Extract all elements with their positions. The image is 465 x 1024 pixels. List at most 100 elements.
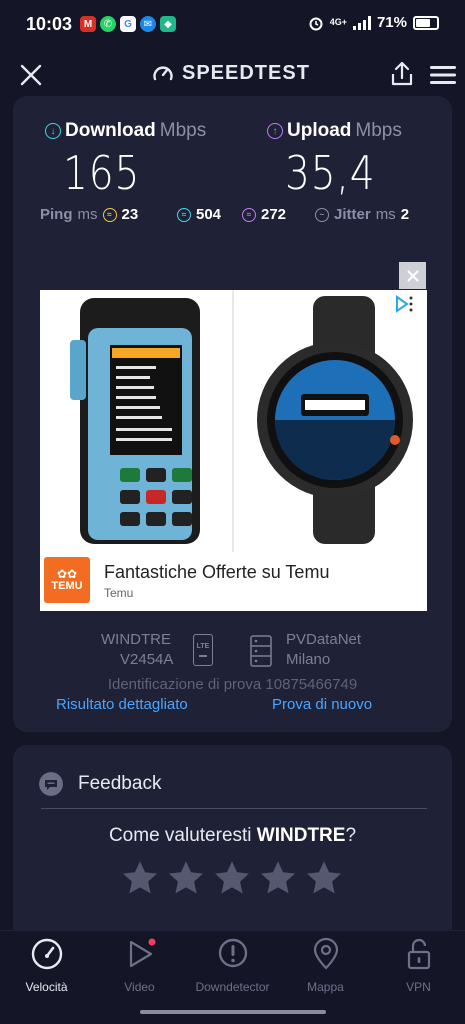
close-icon[interactable] (18, 62, 44, 88)
carrier-name: WINDTRE (101, 631, 171, 648)
brand-title: SPEEDTEST (182, 62, 310, 84)
temu-logo: ✿✿ TEMU (44, 557, 90, 603)
unlocked-padlock-icon (407, 938, 430, 970)
detailed-result-link[interactable]: Risultato dettagliato (56, 696, 188, 713)
jitter-unit: ms (375, 206, 396, 223)
map-pin-icon (313, 937, 338, 970)
ad-advertiser: Temu (104, 586, 134, 600)
download-arrow-icon: ↓ (45, 123, 61, 139)
download-label: Download (65, 120, 156, 141)
star-5-icon[interactable] (305, 859, 343, 897)
server-icon (250, 635, 272, 667)
smartwatch-illustration (257, 296, 413, 544)
question-carrier: WINDTRE (256, 825, 346, 846)
star-1-icon[interactable] (121, 859, 159, 897)
feedback-question: Come valuteresti WINDTRE? (13, 825, 452, 847)
shield-app-icon: ◆ (160, 16, 176, 32)
gmail-icon: M (80, 16, 96, 32)
nav-vpn-label: VPN (406, 980, 431, 994)
feedback-icon (39, 772, 63, 796)
notification-icons: M ✆ G ✉ ◆ (80, 16, 176, 32)
server-city: Milano (286, 651, 331, 668)
upload-ping-icon: ≈ (242, 207, 256, 222)
download-ping-icon: ≈ (177, 207, 191, 222)
ad-close-button[interactable] (399, 262, 426, 289)
nav-speed-label: Velocità (25, 980, 68, 994)
temu-logo-glyphs: ✿✿ (56, 567, 78, 581)
lte-badge: LTE (196, 643, 210, 651)
device-name: V2454A (120, 651, 174, 668)
ping-idle-value: 23 (121, 206, 139, 223)
star-2-icon[interactable] (167, 859, 205, 897)
ping-idle-stat: Ping ms ≈ 23 (40, 206, 138, 223)
adchoices-icon[interactable] (393, 294, 415, 314)
speedometer-logo-icon (153, 65, 173, 80)
ad-close-icon (406, 269, 419, 282)
speedometer-icon (31, 938, 62, 970)
battery-fill (416, 18, 430, 27)
nav-video-label: Video (124, 980, 155, 994)
upload-label: Upload (287, 120, 352, 141)
download-unit: Mbps (159, 120, 207, 141)
google-icon: G (120, 16, 136, 32)
upload-value: 35,4 (285, 146, 376, 200)
alert-icon (218, 938, 247, 968)
ad-title[interactable]: Fantastiche Offerte su Temu (104, 562, 329, 583)
ping-upload-value: 272 (261, 206, 287, 223)
star-3-icon[interactable] (213, 859, 251, 897)
status-time: 10:03 (26, 14, 73, 34)
ping-label: Ping (40, 206, 73, 223)
nav-downdetector-label: Downdetector (195, 980, 270, 994)
jitter-label: Jitter (334, 206, 371, 223)
test-id: Identificazione di prova 10875466749 (107, 676, 358, 693)
feedback-title: Feedback (78, 773, 162, 794)
rating-stars (121, 859, 343, 897)
app-header: SPEEDTEST (0, 50, 465, 98)
nav-downdetector[interactable]: Downdetector (186, 937, 279, 1001)
network-type: 4G+ (329, 17, 347, 27)
whatsapp-icon: ✆ (100, 16, 116, 32)
phone-slot (199, 655, 207, 657)
upload-arrow-icon: ↑ (267, 123, 283, 139)
nav-speed[interactable]: Velocità (0, 937, 93, 1001)
jitter-value: 2 (400, 206, 410, 223)
upload-unit: Mbps (355, 120, 402, 141)
nav-vpn[interactable]: VPN (372, 937, 465, 1001)
ad-device-image[interactable] (40, 290, 230, 552)
ping-download-value: 504 (196, 206, 222, 223)
ping-unit: ms (77, 206, 98, 223)
share-icon[interactable] (388, 60, 416, 88)
advertisement[interactable]: ✿✿ TEMU Fantastiche Offerte su Temu Temu (40, 290, 427, 611)
ad-separator (232, 290, 234, 552)
jitter-stat: ~ Jitter ms 2 (315, 206, 409, 223)
alarm-icon (309, 17, 323, 30)
feedback-divider (41, 808, 427, 809)
server-name: PVDataNet (286, 631, 362, 648)
ad-watch-image[interactable] (235, 290, 425, 552)
signal-icon (352, 15, 371, 30)
question-suffix: ? (345, 825, 357, 846)
status-right: 4G+ 71% (308, 14, 439, 31)
download-value: 165 (63, 146, 141, 200)
messenger-icon: ✉ (140, 16, 156, 32)
ping-upload-stat: ≈ 272 (242, 206, 286, 223)
retry-link[interactable]: Prova di nuovo (272, 696, 372, 713)
brand: SPEEDTEST (152, 62, 310, 85)
download-header: ↓ Download Mbps (45, 120, 206, 142)
nav-map-label: Mappa (307, 980, 344, 994)
battery-icon (413, 15, 439, 30)
handheld-device-illustration (70, 298, 200, 544)
feedback-card: Feedback Come valuteresti WINDTRE? (13, 745, 452, 930)
menu-icon[interactable] (430, 64, 456, 86)
ping-download-stat: ≈ 504 (177, 206, 221, 223)
play-icon (129, 938, 155, 968)
idle-ping-icon: ≈ (102, 207, 117, 222)
nav-map[interactable]: Mappa (279, 937, 372, 1001)
question-prefix: Come valuteresti (108, 825, 257, 846)
home-indicator[interactable] (140, 1010, 326, 1014)
nav-video[interactable]: Video (93, 937, 186, 1001)
star-4-icon[interactable] (259, 859, 297, 897)
status-bar: 10:03 M ✆ G ✉ ◆ 4G+ 71% (0, 0, 465, 50)
jitter-icon: ~ (315, 207, 329, 222)
upload-header: ↑ Upload Mbps (267, 120, 402, 142)
